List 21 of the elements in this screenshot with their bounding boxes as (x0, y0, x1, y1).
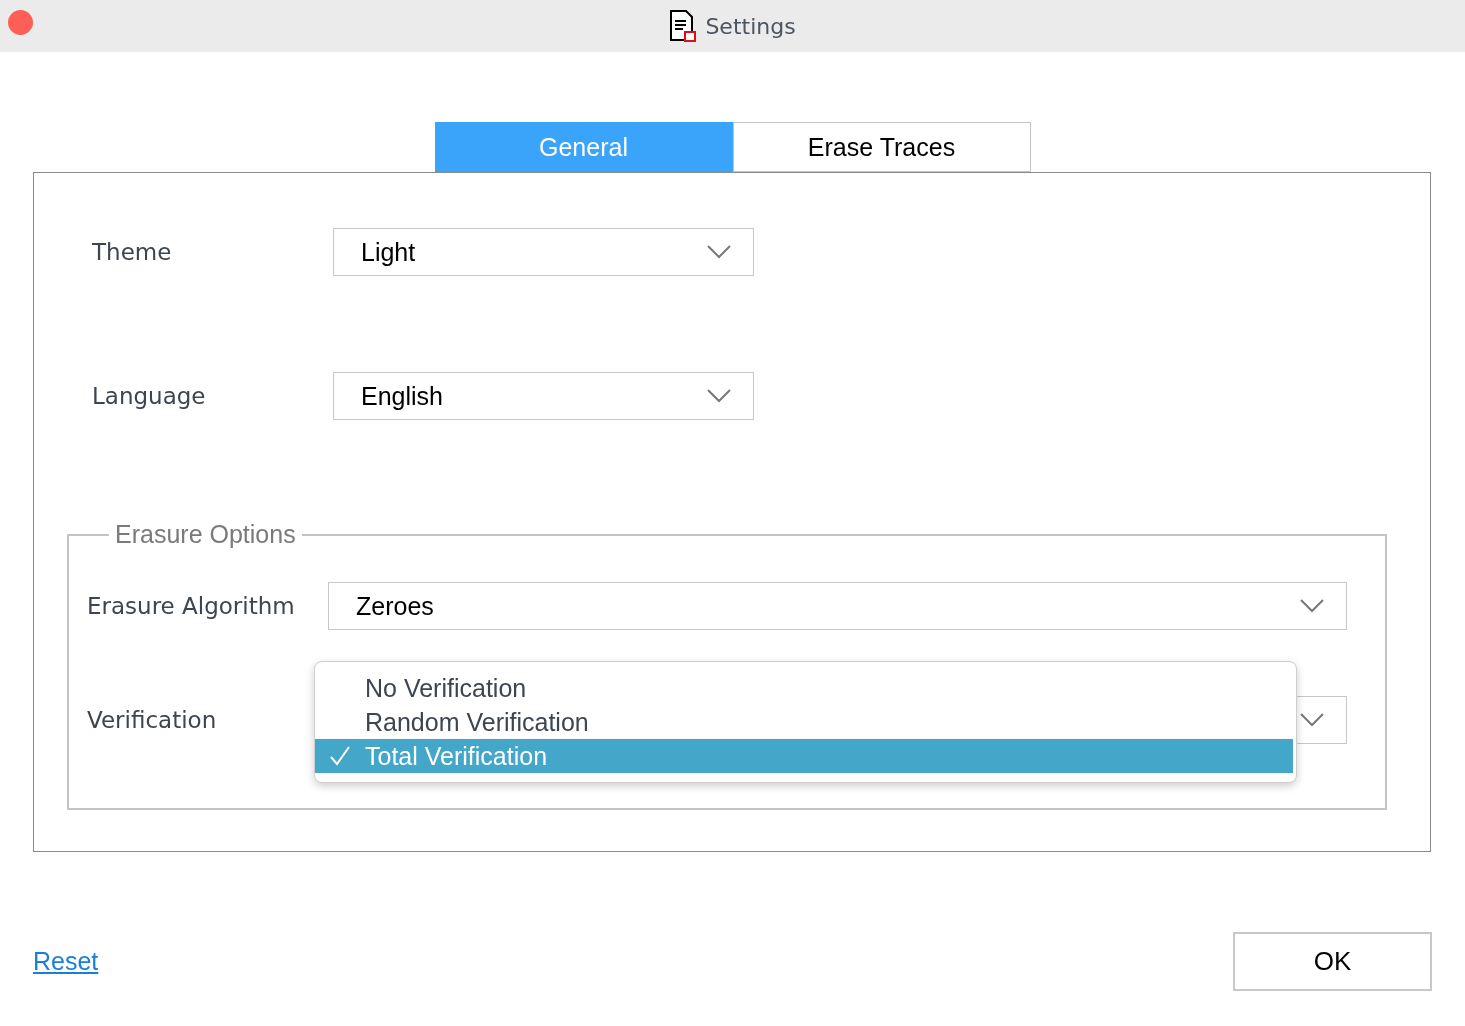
window-title: Settings (705, 13, 796, 39)
group-title: Erasure Options (114, 520, 297, 549)
menu-item[interactable]: Random Verification (315, 705, 1293, 739)
chevron-down-icon (1300, 599, 1324, 613)
check-icon (329, 746, 351, 766)
setting-label: Verification (87, 707, 218, 733)
reset-link[interactable]: Reset (33, 947, 99, 976)
tab[interactable]: Erase Traces (732, 122, 1031, 172)
setting-label: Theme (92, 239, 173, 265)
close-button[interactable] (8, 10, 33, 35)
setting-label: Language (92, 383, 207, 409)
chevron-down-icon (707, 389, 731, 403)
dropdown[interactable]: English (333, 372, 754, 420)
document-icon (669, 10, 698, 42)
dropdown[interactable]: Light (333, 228, 754, 276)
chevron-down-icon (707, 245, 731, 259)
dropdown[interactable]: Zeroes (328, 582, 1347, 630)
setting-label: Erasure Algorithm (87, 593, 296, 619)
ok-button[interactable]: OK (1233, 932, 1432, 991)
chevron-down-icon (1300, 713, 1324, 727)
menu-item[interactable]: No Verification (315, 671, 1293, 705)
